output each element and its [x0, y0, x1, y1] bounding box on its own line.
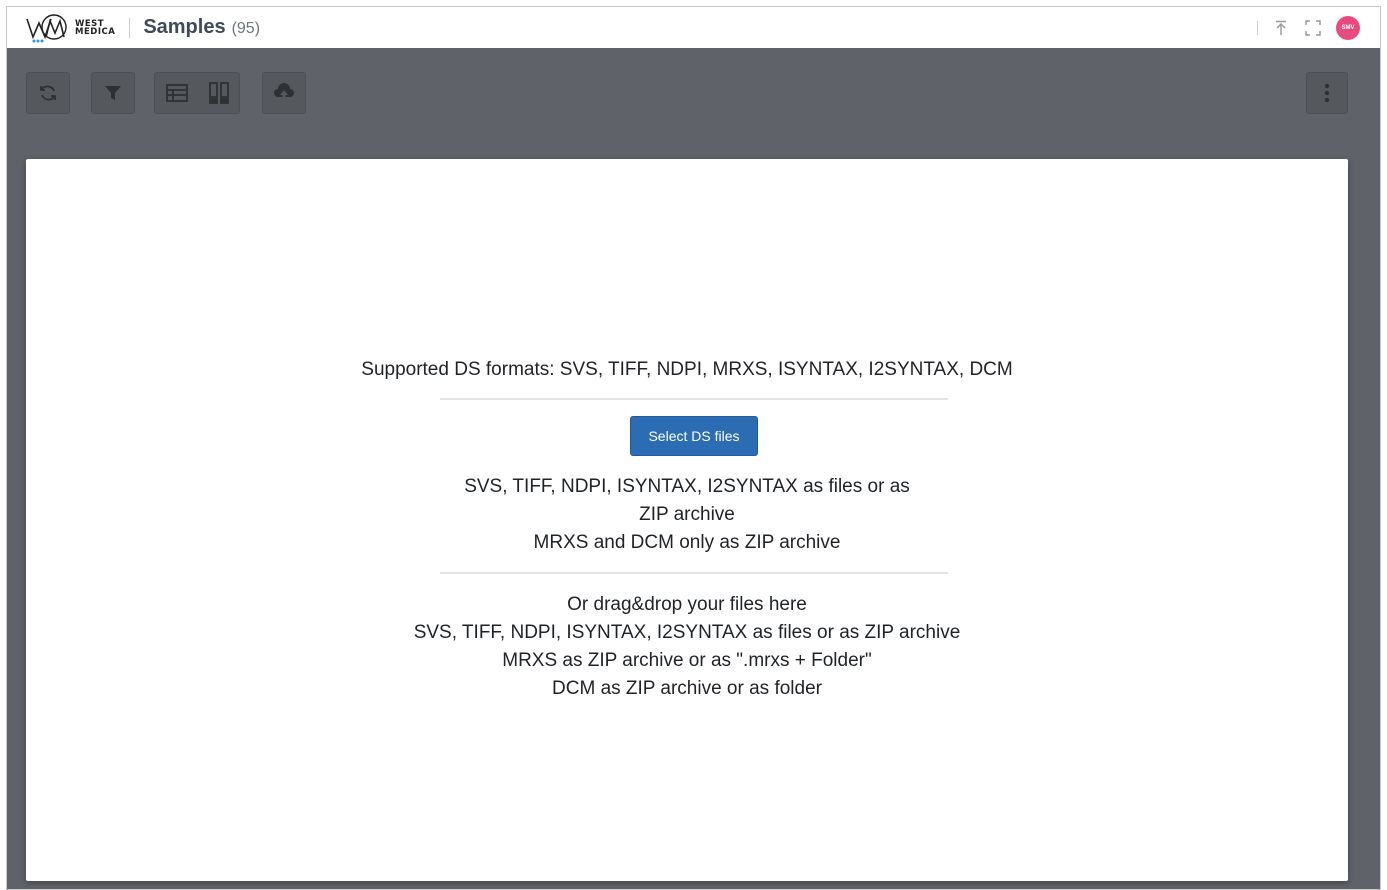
supported-formats-heading: Supported DS formats: SVS, TIFF, NDPI, M… — [361, 359, 1013, 380]
card-view-button[interactable] — [208, 82, 229, 104]
wm-logo-icon — [26, 13, 67, 42]
more-vertical-icon — [1324, 83, 1330, 103]
app-overlay-background: Supported DS formats: SVS, TIFF, NDPI, M… — [7, 48, 1380, 889]
refresh-button[interactable] — [26, 72, 70, 114]
upload-button[interactable] — [262, 72, 306, 114]
upload-cloud-icon — [274, 83, 294, 101]
sample-count: (95) — [231, 20, 261, 37]
table-view-button[interactable] — [165, 84, 188, 102]
select-info-line-2: ZIP archive — [639, 504, 735, 525]
more-options-button[interactable] — [1306, 72, 1348, 114]
table-view-icon — [165, 84, 188, 102]
app-window: WEST MEDICA Samples (95) SMV Supported D… — [6, 6, 1381, 890]
upload-dialog[interactable]: Supported DS formats: SVS, TIFF, NDPI, M… — [26, 159, 1348, 881]
drop-info-line-2: SVS, TIFF, NDPI, ISYNTAX, I2SYNTAX as fi… — [413, 622, 961, 643]
fullscreen-icon[interactable] — [1304, 19, 1322, 37]
drop-info-line-1: Or drag&drop your files here — [567, 594, 807, 615]
page-title: Samples (95) — [143, 16, 260, 39]
drop-info-line-4: DCM as ZIP archive or as folder — [552, 678, 822, 699]
filter-icon — [105, 86, 121, 100]
select-info-line-1: SVS, TIFF, NDPI, ISYNTAX, I2SYNTAX as fi… — [464, 476, 910, 497]
filter-button[interactable] — [91, 72, 135, 114]
west-medica-logo[interactable]: WEST MEDICA — [24, 7, 115, 48]
header-divider — [129, 17, 131, 38]
logo-text: WEST MEDICA — [75, 19, 116, 37]
logo-line-2: MEDICA — [75, 26, 116, 37]
user-avatar[interactable]: SMV — [1336, 15, 1360, 40]
top-header: WEST MEDICA Samples (95) SMV — [7, 7, 1380, 48]
drop-info-line-3: MRXS as ZIP archive or as ".mrxs + Folde… — [502, 650, 872, 671]
pin-top-icon[interactable] — [1272, 19, 1290, 37]
header-actions: SMV — [1257, 7, 1360, 48]
select-files-info: SVS, TIFF, NDPI, ISYNTAX, I2SYNTAX as fi… — [26, 473, 1348, 557]
page-title-text: Samples — [143, 16, 226, 38]
divider-top — [440, 398, 948, 400]
refresh-icon — [40, 85, 56, 101]
select-ds-files-button[interactable]: Select DS files — [630, 416, 758, 456]
drop-zone-info[interactable]: Or drag&drop your files here SVS, TIFF, … — [26, 591, 1348, 703]
divider-bottom — [440, 572, 948, 574]
select-info-line-3: MRXS and DCM only as ZIP archive — [533, 532, 841, 553]
view-toggle-group — [154, 72, 240, 114]
header-actions-divider — [1257, 20, 1258, 35]
card-view-icon — [208, 82, 229, 104]
